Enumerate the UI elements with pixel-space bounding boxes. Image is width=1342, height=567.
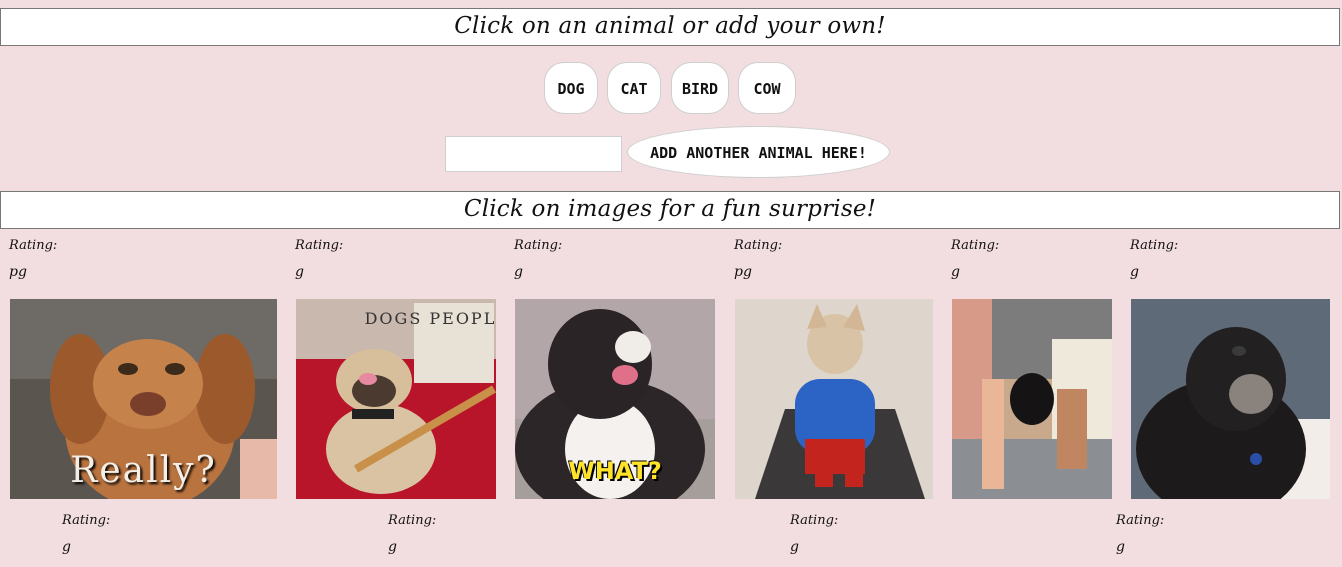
- rating-block: Rating: g: [388, 508, 436, 560]
- gif-caption: Really?: [70, 450, 217, 491]
- rating-block: Rating: pg: [9, 233, 57, 285]
- rating-block: Rating: g: [790, 508, 838, 560]
- rating-label: Rating:: [951, 238, 1000, 253]
- rating-value: g: [1130, 264, 1139, 280]
- images-heading: Click on images for a fun surprise!: [0, 191, 1340, 229]
- rating-label: Rating:: [790, 513, 839, 528]
- add-animal-button[interactable]: ADD ANOTHER ANIMAL HERE!: [627, 126, 890, 178]
- rating-label: Rating:: [734, 238, 783, 253]
- rating-block: Rating: g: [295, 233, 343, 285]
- rating-label: Rating:: [295, 238, 344, 253]
- rating-block: Rating: g: [62, 508, 110, 560]
- rating-block: Rating: pg: [734, 233, 782, 285]
- rating-label: Rating:: [62, 513, 111, 528]
- rating-block: Rating: g: [514, 233, 562, 285]
- animal-button-bird[interactable]: BIRD: [671, 62, 729, 114]
- gif-image-puppy-really[interactable]: Really?: [10, 299, 277, 499]
- animal-button-cow[interactable]: COW: [738, 62, 796, 114]
- animal-input[interactable]: [445, 136, 622, 172]
- rating-label: Rating:: [1130, 238, 1179, 253]
- rating-label: Rating:: [9, 238, 58, 253]
- gif-caption: WHAT?: [568, 457, 662, 485]
- rating-value: g: [1116, 539, 1125, 555]
- rating-value: pg: [734, 264, 752, 280]
- rating-value: g: [514, 264, 523, 280]
- rating-label: Rating:: [388, 513, 437, 528]
- rating-value: g: [951, 264, 960, 280]
- rating-block: Rating: g: [1116, 508, 1164, 560]
- gif-image-dog-what[interactable]: WHAT?: [515, 299, 715, 499]
- rating-value: g: [62, 539, 71, 555]
- animal-button-dog[interactable]: DOG: [544, 62, 598, 114]
- book-cover-text: DOGS PEOPLE: [364, 309, 496, 328]
- page-title: Click on an animal or add your own!: [0, 8, 1340, 46]
- animal-button-cat[interactable]: CAT: [607, 62, 661, 114]
- rating-label: Rating:: [1116, 513, 1165, 528]
- gif-image-black-dog[interactable]: [1131, 299, 1330, 499]
- rating-label: Rating:: [514, 238, 563, 253]
- rating-value: pg: [9, 264, 27, 280]
- rating-block: Rating: g: [951, 233, 999, 285]
- rating-block: Rating: g: [1130, 233, 1178, 285]
- gif-image-pug[interactable]: DOGS PEOPLE: [296, 299, 496, 499]
- rating-value: g: [295, 264, 304, 280]
- gif-image-small-dog-kitchen[interactable]: [952, 299, 1112, 499]
- gif-image-chihuahua-superman[interactable]: [735, 299, 933, 499]
- rating-value: g: [790, 539, 799, 555]
- rating-value: g: [388, 539, 397, 555]
